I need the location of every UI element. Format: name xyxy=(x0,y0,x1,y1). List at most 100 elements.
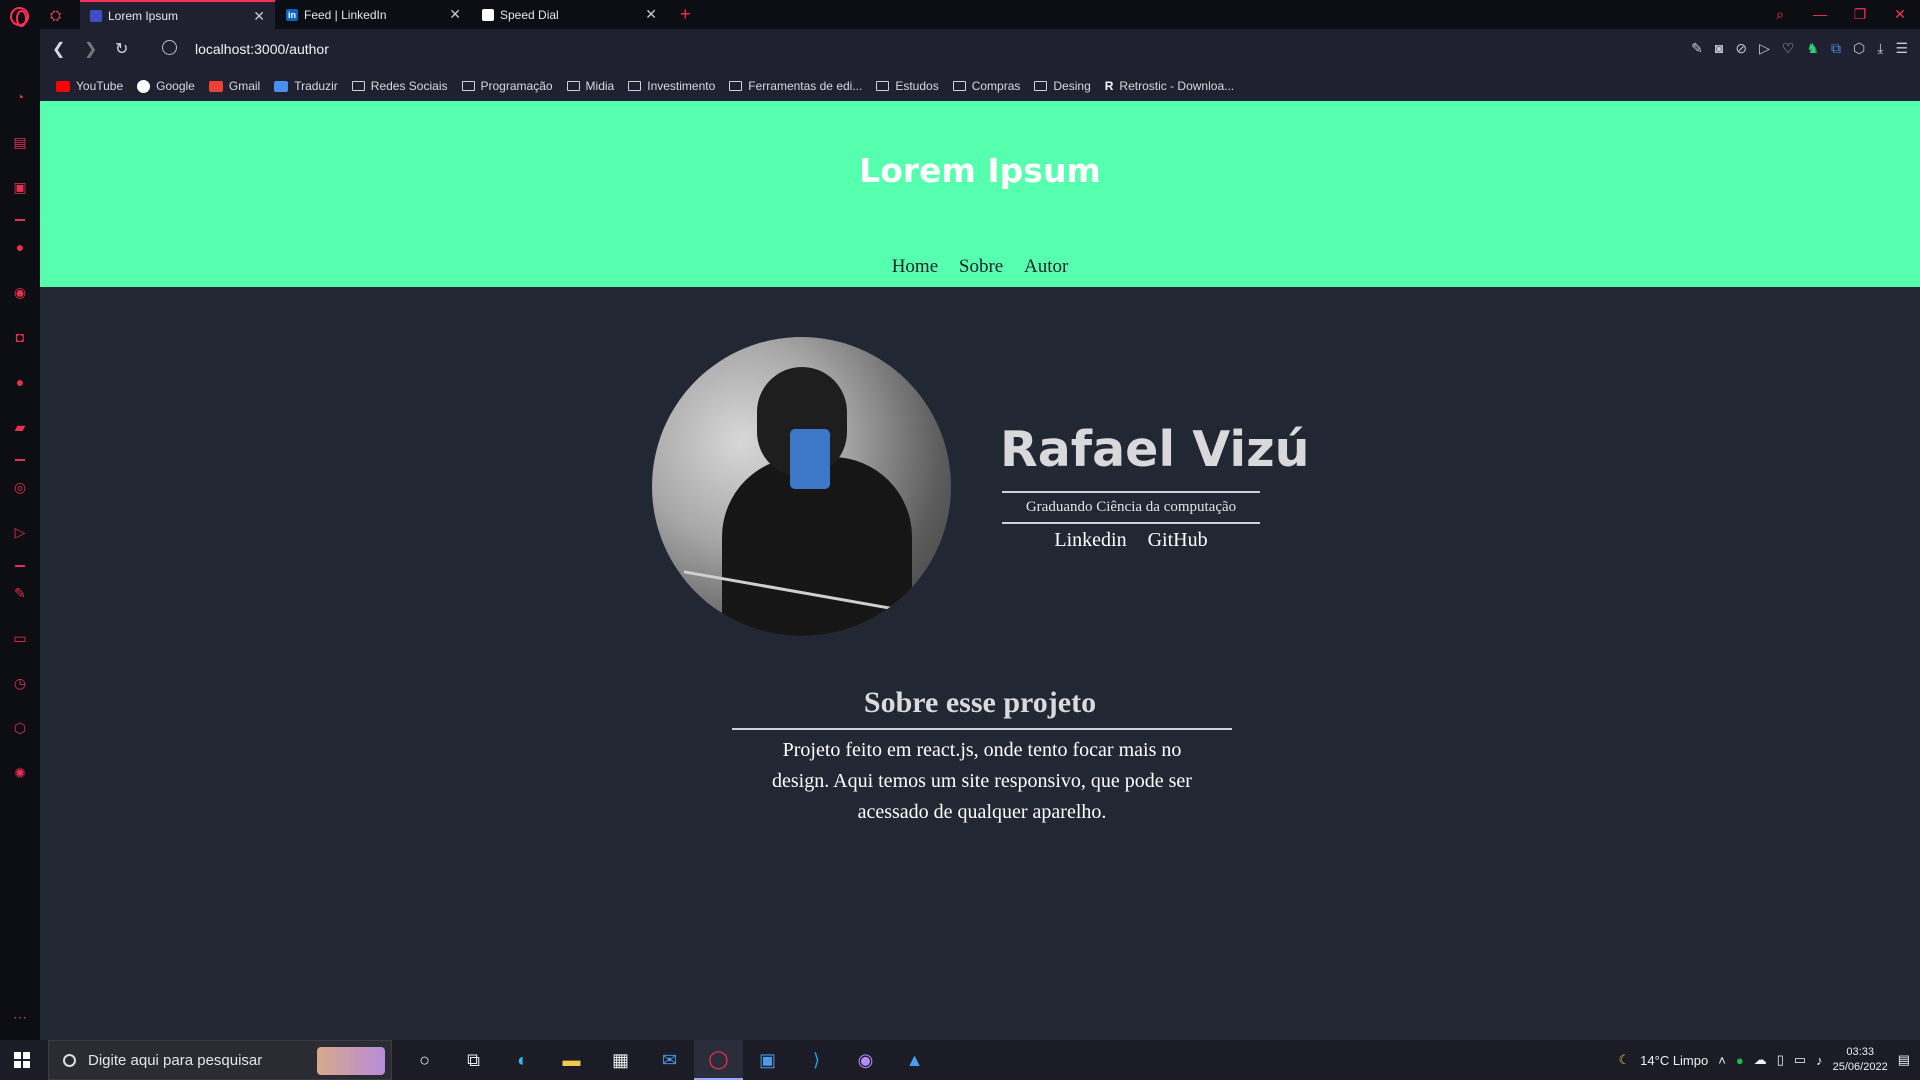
forward-icon[interactable]: ❯ xyxy=(84,39,97,59)
author-role: Graduando Ciência da computação xyxy=(1025,499,1237,515)
new-tab-icon[interactable]: + xyxy=(680,4,691,25)
player-icon[interactable]: ◎ xyxy=(12,479,28,495)
linkedin-link[interactable]: Linkedin xyxy=(1054,529,1126,551)
store-icon[interactable]: ▦ xyxy=(596,1040,645,1080)
folder-icon xyxy=(351,81,365,91)
chevron-up-icon[interactable]: ˄ xyxy=(1718,1053,1726,1068)
messenger-icon[interactable]: ● xyxy=(12,239,28,255)
snapshot-icon[interactable]: ◙ xyxy=(1715,40,1723,57)
bookmark-youtube[interactable]: YouTube xyxy=(56,79,123,93)
address-bar: ❮ ❯ ↻ localhost:3000/author ✎ ◙ ⊘ ▷ ♡ ♞ … xyxy=(40,29,1920,71)
speedometer-icon[interactable]: ◔ xyxy=(12,89,28,105)
bookmark-folder-ferramentas[interactable]: Ferramentas de edi... xyxy=(729,79,862,93)
github-link[interactable]: GitHub xyxy=(1148,529,1208,551)
easy-setup-icon[interactable]: ☰ xyxy=(1895,40,1908,57)
tab-speed-dial[interactable]: Speed Dial ✕ xyxy=(472,0,667,29)
bookmark-folder-desing[interactable]: Desing xyxy=(1034,79,1091,93)
network-icon[interactable]: ▭ xyxy=(1794,1052,1806,1068)
nav-sobre-link[interactable]: Sobre xyxy=(959,256,1003,277)
bookmark-google[interactable]: Google xyxy=(137,79,195,93)
taskbar-apps: ○ ⧉ ◐ ▬ ▦ ✉ ◯ ▣ ⟩ ◉ ▲ xyxy=(400,1040,939,1080)
history-icon[interactable]: ◷ xyxy=(12,675,28,691)
site-info-icon[interactable] xyxy=(162,40,177,55)
bookmark-traduzir[interactable]: Traduzir xyxy=(274,79,338,93)
nav-autor-link[interactable]: Autor xyxy=(1024,256,1068,277)
mail-icon[interactable]: ✉ xyxy=(645,1040,694,1080)
device-icon[interactable]: ▯ xyxy=(1777,1052,1784,1068)
cube-icon[interactable]: ⬡ xyxy=(1853,40,1865,57)
vscode-icon[interactable]: ⟩ xyxy=(792,1040,841,1080)
taskbar-clock[interactable]: 03:33 25/06/2022 xyxy=(1833,1045,1888,1075)
edit-icon[interactable]: ✎ xyxy=(1691,40,1703,57)
folder-icon xyxy=(952,81,966,91)
sidebar-separator xyxy=(15,565,25,567)
file-explorer-icon[interactable]: ▬ xyxy=(547,1040,596,1080)
bookmark-retrostic[interactable]: R Retrostic - Downloa... xyxy=(1105,79,1234,93)
bookmark-folder-programacao[interactable]: Programação xyxy=(461,79,553,93)
tab-linkedin[interactable]: in Feed | LinkedIn ✕ xyxy=(276,0,471,29)
onedrive-icon[interactable]: ☁ xyxy=(1754,1052,1767,1068)
twitch-icon[interactable]: ▣ xyxy=(12,179,28,195)
settings-icon[interactable]: ✺ xyxy=(12,765,28,781)
folder-icon xyxy=(461,81,475,91)
bookmark-folder-midia[interactable]: Midia xyxy=(566,79,614,93)
search-tabs-icon[interactable]: ⌕ xyxy=(1760,0,1800,29)
edge-icon[interactable]: ◐ xyxy=(498,1040,547,1080)
download-icon[interactable]: ⤓ xyxy=(1877,40,1883,57)
extensions-icon[interactable]: ⬡ xyxy=(12,720,28,736)
site-header: Lorem Ipsum Home Sobre Autor xyxy=(40,101,1920,287)
bookmark-folder-investimento[interactable]: Investimento xyxy=(628,79,715,93)
discord-icon[interactable]: ▰ xyxy=(12,419,28,435)
tab-lorem-ipsum[interactable]: Lorem Ipsum ✕ xyxy=(80,0,275,29)
shopping-icon[interactable]: ▤ xyxy=(12,134,28,150)
site-brand[interactable]: Lorem Ipsum xyxy=(40,151,1920,190)
telegram-icon[interactable]: ◉ xyxy=(12,284,28,300)
bookmark-folder-redes-sociais[interactable]: Redes Sociais xyxy=(351,79,448,93)
more-icon[interactable]: ⋯ xyxy=(12,1009,28,1025)
bookmark-gmail[interactable]: Gmail xyxy=(208,79,260,93)
minimize-icon[interactable]: — xyxy=(1800,0,1840,29)
tab-title: Speed Dial xyxy=(500,7,559,22)
site-nav: Home Sobre Autor xyxy=(40,256,1920,278)
cortana-icon[interactable]: ○ xyxy=(400,1040,449,1080)
search-placeholder: Digite aqui para pesquisar xyxy=(88,1051,263,1069)
send-icon[interactable]: ▷ xyxy=(12,524,28,540)
spotify-icon[interactable]: ● xyxy=(1736,1053,1744,1068)
bookmark-folder-compras[interactable]: Compras xyxy=(952,79,1020,93)
instagram-icon[interactable]: ◘ xyxy=(12,329,28,345)
translate-icon xyxy=(274,80,289,92)
photos-icon[interactable]: ▲ xyxy=(890,1040,939,1080)
author-name: Rafael Vizú xyxy=(1000,421,1310,478)
close-tab-icon[interactable]: ✕ xyxy=(645,6,657,23)
task-view-icon[interactable]: ⧉ xyxy=(449,1040,498,1080)
taskbar-search-box[interactable]: Digite aqui para pesquisar xyxy=(48,1040,392,1080)
bookmark-folder-estudos[interactable]: Estudos xyxy=(876,79,939,93)
app-icon[interactable]: ▣ xyxy=(743,1040,792,1080)
volume-icon[interactable]: ♪ xyxy=(1816,1053,1823,1068)
windows-start-icon[interactable] xyxy=(14,1052,30,1068)
gx-gamepad-icon[interactable]: ⛭ xyxy=(50,7,61,24)
notification-icon[interactable]: ▤ xyxy=(1898,1052,1910,1068)
time: 03:33 xyxy=(1846,1046,1874,1058)
close-tab-icon[interactable]: ✕ xyxy=(253,8,265,25)
divider xyxy=(1002,491,1260,493)
reload-icon[interactable]: ↻ xyxy=(115,39,128,59)
opera-gx-icon[interactable]: ◯ xyxy=(694,1040,743,1080)
nav-home-link[interactable]: Home xyxy=(892,256,938,277)
flow-icon[interactable]: ▷ xyxy=(1759,40,1770,57)
back-icon[interactable]: ❮ xyxy=(52,39,65,59)
restore-icon[interactable]: ❐ xyxy=(1840,0,1880,29)
github-desktop-icon[interactable]: ◉ xyxy=(841,1040,890,1080)
close-tab-icon[interactable]: ✕ xyxy=(449,6,461,23)
opera-menu-icon[interactable] xyxy=(10,7,29,27)
favorites-icon[interactable]: ♡ xyxy=(1782,40,1795,57)
twitter-icon[interactable]: ● xyxy=(12,374,28,390)
weather-text[interactable]: 14°C Limpo xyxy=(1640,1053,1708,1068)
close-window-icon[interactable]: ✕ xyxy=(1880,0,1920,29)
translate-extension-icon[interactable]: ⧉ xyxy=(1831,40,1841,57)
chat-icon[interactable]: ▭ xyxy=(12,630,28,646)
extension-icon[interactable]: ♞ xyxy=(1806,40,1819,57)
url-field[interactable]: localhost:3000/author xyxy=(195,41,329,57)
pinboard-icon[interactable]: ✎ xyxy=(12,585,28,601)
adblock-icon[interactable]: ⊘ xyxy=(1735,40,1747,57)
